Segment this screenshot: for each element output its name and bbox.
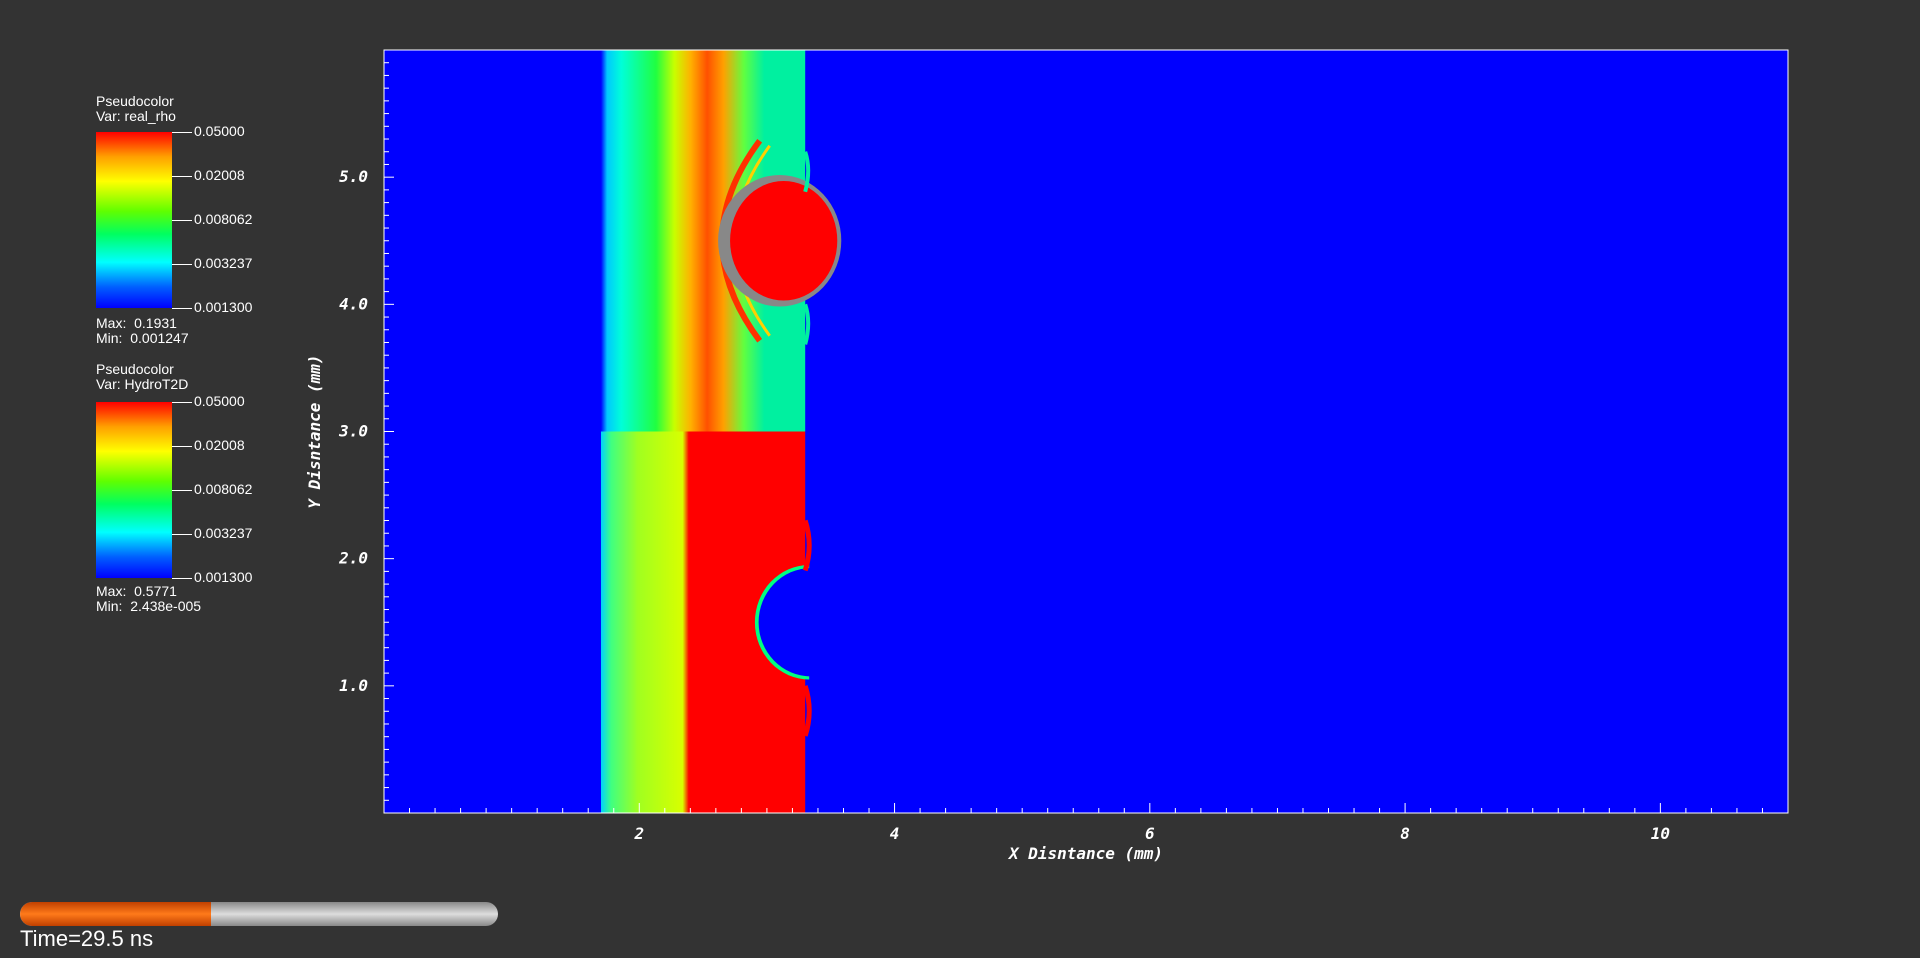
time-label: Time=29.5 ns (20, 926, 154, 951)
x-tick-label: 6 (1145, 824, 1155, 843)
y-tick-label: 4.0 (339, 294, 368, 313)
x-tick-label: 10 (1651, 824, 1670, 843)
y-tick-label: 2.0 (338, 549, 368, 568)
y-tick-label: 5.0 (339, 167, 368, 186)
time-progress-bar (20, 902, 498, 926)
y-tick-label: 1.0 (339, 676, 368, 695)
x-tick-label: 2 (633, 824, 644, 843)
x-tick-label: 4 (890, 824, 900, 843)
y-tick-label: 3.0 (338, 422, 368, 441)
blob-core (730, 180, 838, 301)
y-axis-title: Y Disntance (mm) (305, 354, 324, 508)
heatmap-plot: 2 4 6 8 10 1.0 2.0 3.0 4.0 5.0 X Disntance (mm) Y D… (305, 49, 1789, 863)
field-background (384, 50, 1788, 813)
x-axis-title: X Disntance (mm) (1007, 844, 1163, 863)
time-progress-fill (20, 902, 212, 926)
x-tick-label: 8 (1400, 824, 1410, 843)
